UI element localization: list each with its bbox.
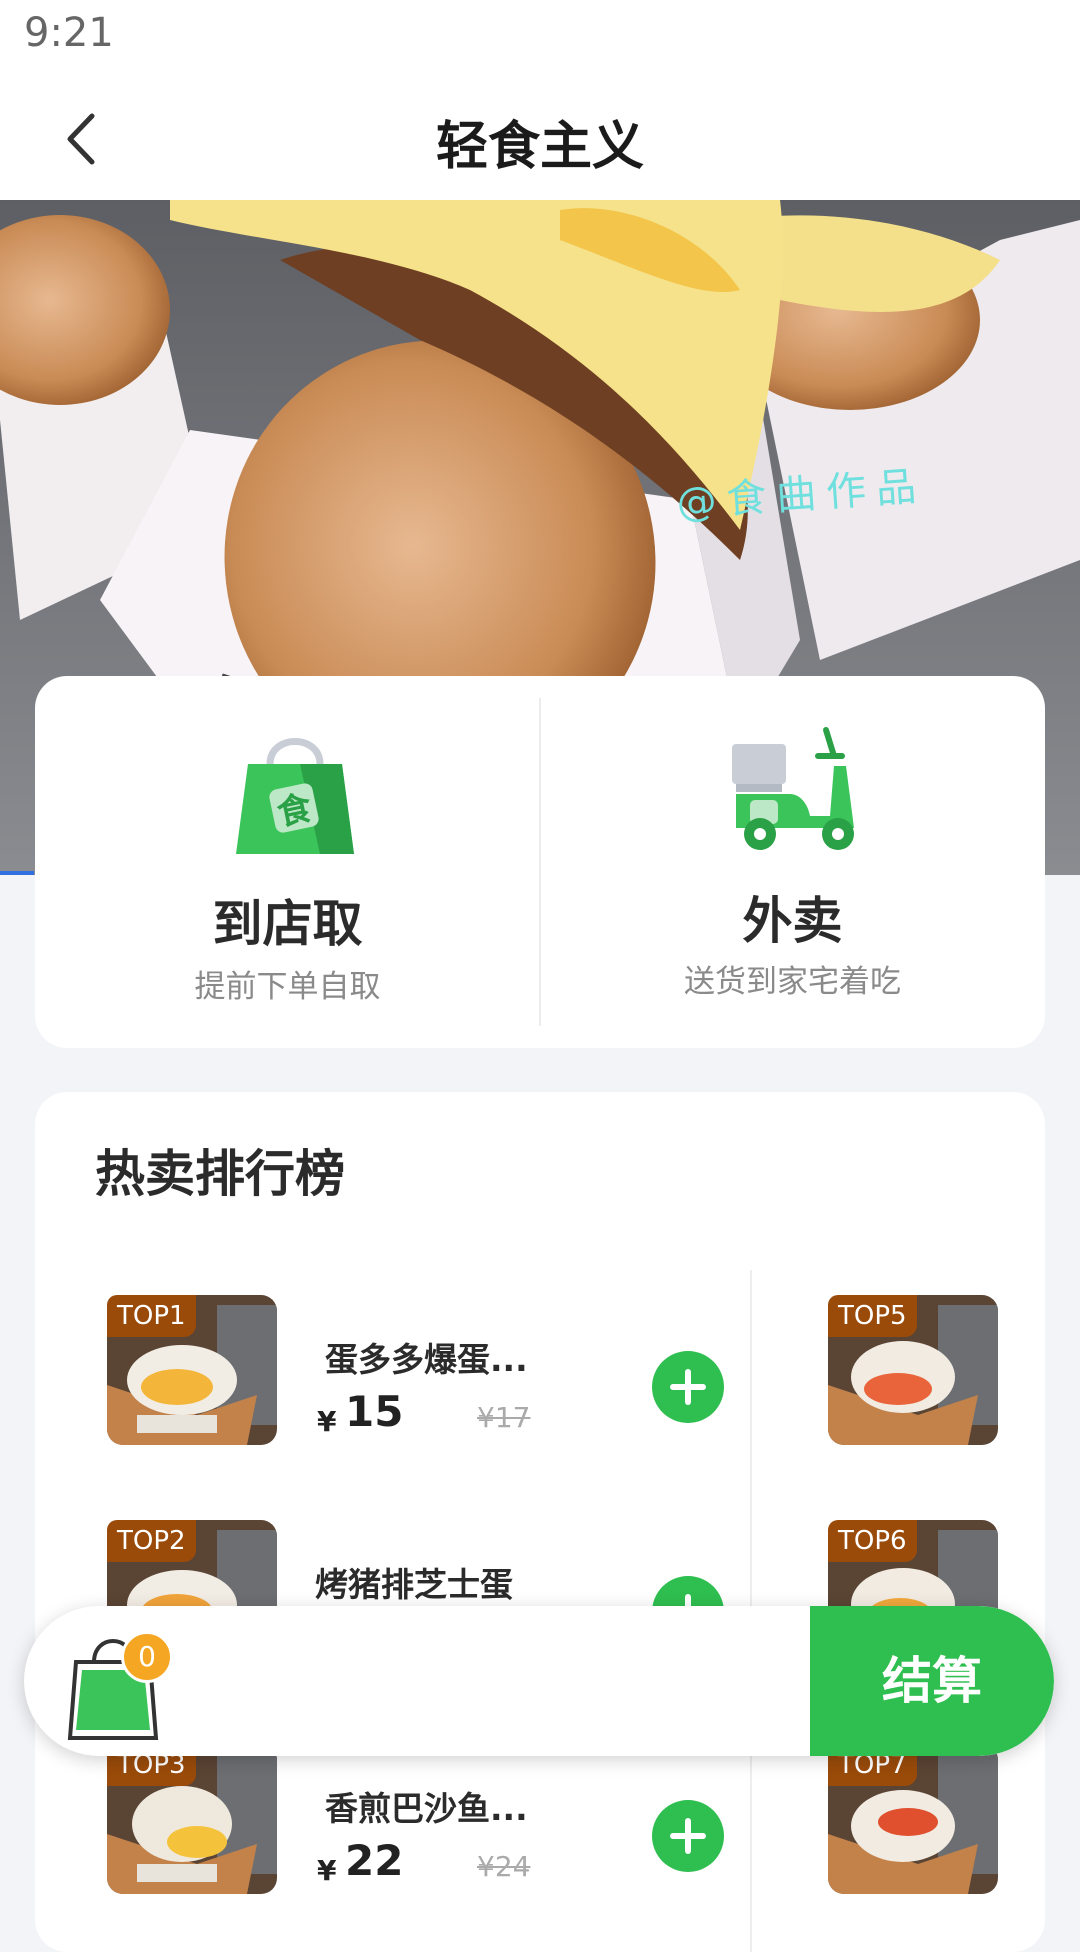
rank-badge: TOP5 xyxy=(828,1295,917,1337)
pickup-subtitle: 提前下单自取 xyxy=(194,969,381,1005)
status-time: 9:21 xyxy=(24,10,114,56)
delivery-scooter-icon xyxy=(732,727,854,850)
rank-badge: TOP2 xyxy=(107,1520,196,1562)
cart-count-badge: 0 xyxy=(121,1631,173,1683)
page-title: 轻食主义 xyxy=(435,117,644,177)
original-price: ¥24 xyxy=(477,1850,531,1883)
nav-bar: 轻食主义 xyxy=(0,82,1080,200)
checkout-button[interactable]: 结算 xyxy=(810,1606,1054,1756)
original-price: ¥17 xyxy=(477,1401,531,1434)
currency-symbol: ¥ xyxy=(317,1405,337,1438)
list-item[interactable]: TOP1 蛋多多爆蛋... ¥ 15 ¥17 xyxy=(107,1295,787,1445)
hero-loading-indicator xyxy=(0,871,34,875)
best-sellers-title: 热卖排行榜 xyxy=(95,1145,345,1203)
product-name: 烤猪排芝士蛋 xyxy=(315,1565,513,1604)
list-item[interactable]: TOP5 xyxy=(828,1295,1028,1445)
service-options-card: 食 到店取 提前下单自取 外卖 送货到家宅着吃 xyxy=(35,676,1045,1048)
shopping-bag-icon: 食 xyxy=(236,738,354,854)
rank-badge: TOP6 xyxy=(828,1520,917,1562)
product-name: 香煎巴沙鱼... xyxy=(325,1789,528,1828)
rank-badge: TOP1 xyxy=(107,1295,196,1337)
delivery-option[interactable]: 外卖 送货到家宅着吃 xyxy=(540,676,1045,1048)
cart-bar: 0 结算 xyxy=(24,1606,1054,1756)
product-price: 22 xyxy=(345,1836,404,1885)
pickup-option[interactable]: 食 到店取 提前下单自取 xyxy=(35,676,540,1048)
list-item[interactable]: TOP7 xyxy=(828,1744,1028,1894)
delivery-title: 外卖 xyxy=(742,892,843,950)
pickup-title: 到店取 xyxy=(212,895,363,953)
product-price: 15 xyxy=(345,1387,404,1436)
delivery-subtitle: 送货到家宅着吃 xyxy=(684,964,901,1000)
add-to-cart-button[interactable] xyxy=(652,1351,724,1423)
product-name: 蛋多多爆蛋... xyxy=(325,1340,528,1379)
best-sellers-card: 热卖排行榜 TOP1 蛋多多爆蛋... ¥ 15 ¥17 TOP2 烤猪排芝士蛋… xyxy=(35,1092,1045,1952)
status-bar: 9:21 xyxy=(0,0,1080,82)
add-to-cart-button[interactable] xyxy=(652,1800,724,1872)
currency-symbol: ¥ xyxy=(317,1854,337,1887)
list-item[interactable]: TOP3 香煎巴沙鱼... ¥ 22 ¥24 xyxy=(107,1744,787,1894)
